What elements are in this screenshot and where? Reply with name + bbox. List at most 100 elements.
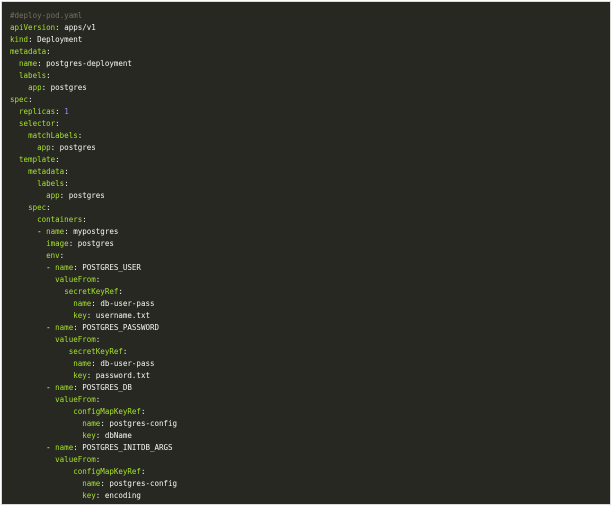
yaml-value: db-user-pass: [100, 299, 155, 308]
yaml-value: Deployment: [37, 35, 83, 44]
code-line: metadata:: [10, 47, 51, 56]
yaml-key: name: [82, 479, 101, 488]
code-line: containers:: [37, 215, 87, 224]
code-line: replicas: 1: [19, 107, 69, 116]
yaml-key: labels: [37, 179, 65, 188]
yaml-value: dbName: [104, 431, 132, 440]
yaml-value: username.txt: [95, 311, 150, 320]
yaml-key: key: [73, 371, 87, 380]
code-line: key: password.txt: [73, 371, 150, 380]
code-line: key: encoding: [82, 491, 141, 500]
yaml-value: apps/v1: [64, 23, 96, 32]
yaml-value: postgres-deployment: [46, 59, 132, 68]
code-line: valueFrom:: [55, 395, 101, 404]
yaml-key: valueFrom: [55, 455, 96, 464]
yaml-key: name: [55, 263, 74, 272]
yaml-value: mypostgres: [73, 227, 119, 236]
code-line: name: db-user-pass: [73, 299, 155, 308]
yaml-key: configMapKeyRef: [73, 407, 141, 416]
code-line: matchLabels:: [28, 131, 83, 140]
yaml-key: name: [73, 299, 92, 308]
code-line: configMapKeyRef:: [73, 467, 146, 476]
code-line: apiVersion: apps/v1: [10, 23, 96, 32]
yaml-key: app: [37, 143, 51, 152]
yaml-key: spec: [28, 203, 47, 212]
yaml-key: labels: [19, 71, 47, 80]
code-line: valueFrom:: [55, 335, 101, 344]
code-line: kind: Deployment: [10, 35, 83, 44]
yaml-value: postgres-config: [109, 419, 178, 428]
code-line: spec:: [28, 203, 51, 212]
yaml-key: template: [19, 155, 56, 164]
code-line: env:: [46, 251, 65, 260]
yaml-key: configMapKeyRef: [73, 467, 141, 476]
yaml-key: matchLabels: [28, 131, 78, 140]
yaml-key: env: [46, 251, 60, 260]
code-line: valueFrom:: [55, 455, 101, 464]
code-line: name: postgres-deployment: [19, 59, 132, 68]
code-line: name: db-user-pass: [73, 359, 155, 368]
code-line: template:: [19, 155, 60, 164]
yaml-key: name: [46, 227, 65, 236]
yaml-key: name: [73, 359, 92, 368]
yaml-value: postgres: [50, 83, 87, 92]
code-line: valueFrom:: [55, 275, 101, 284]
yaml-key: key: [82, 431, 96, 440]
code-line: - name: mypostgres: [37, 227, 119, 236]
yaml-key: name: [55, 383, 74, 392]
code-line: secretKeyRef:: [68, 347, 128, 356]
yaml-key: secretKeyRef: [68, 347, 123, 356]
yaml-value: POSTGRES_DB: [82, 383, 132, 392]
yaml-key: image: [46, 239, 69, 248]
yaml-value: postgres-config: [109, 479, 178, 488]
code-line: selector:: [19, 119, 60, 128]
yaml-key: containers: [37, 215, 83, 224]
code-line: spec:: [10, 95, 33, 104]
yaml-key: metadata: [10, 47, 47, 56]
code-line: configMapKeyRef:: [73, 407, 146, 416]
yaml-key: name: [19, 59, 38, 68]
yaml-key: replicas: [19, 107, 56, 116]
yaml-key: selector: [19, 119, 56, 128]
code-line: app: postgres: [46, 191, 105, 200]
code-line: labels:: [37, 179, 69, 188]
code-line: secretKeyRef:: [64, 287, 123, 296]
code-comment: #deploy-pod.yaml: [10, 11, 83, 20]
code-line: metadata:: [28, 167, 69, 176]
yaml-key: name: [82, 419, 101, 428]
yaml-value: 1: [64, 107, 69, 116]
code-line: - name: POSTGRES_INITDB_ARGS: [46, 443, 173, 452]
code-line: labels:: [19, 71, 51, 80]
yaml-key: valueFrom: [55, 395, 96, 404]
yaml-key: key: [73, 311, 87, 320]
code-line: app: postgres: [28, 83, 87, 92]
yaml-key: name: [55, 443, 74, 452]
yaml-value: postgres: [59, 143, 96, 152]
yaml-value: db-user-pass: [100, 359, 155, 368]
yaml-key: kind: [10, 35, 29, 44]
code-line: #deploy-pod.yaml: [10, 10, 177, 22]
code-line: key: dbName: [82, 431, 132, 440]
code-line: - name: POSTGRES_PASSWORD: [46, 323, 160, 332]
yaml-key: app: [28, 83, 42, 92]
code-line: key: username.txt: [73, 311, 150, 320]
yaml-key: spec: [10, 95, 29, 104]
code-line: - name: POSTGRES_DB: [46, 383, 132, 392]
yaml-value: POSTGRES_USER: [82, 263, 141, 272]
yaml-value: password.txt: [95, 371, 150, 380]
code-panel: #deploy-pod.yaml apiVersion: apps/v1 kind:…: [1, 1, 611, 505]
yaml-key: valueFrom: [55, 335, 96, 344]
yaml-value: postgres: [68, 191, 105, 200]
yaml-value: POSTGRES_PASSWORD: [82, 323, 160, 332]
yaml-value: postgres: [77, 239, 114, 248]
code-line: - name: POSTGRES_USER: [46, 263, 141, 272]
yaml-key: metadata: [28, 167, 65, 176]
code-line: image: postgres: [46, 239, 114, 248]
code-line: name: postgres-config: [82, 479, 178, 488]
code-line: app: postgres: [37, 143, 96, 152]
yaml-key: valueFrom: [55, 275, 96, 284]
yaml-key: app: [46, 191, 60, 200]
yaml-key: name: [55, 323, 74, 332]
code-line: name: postgres-config: [82, 419, 178, 428]
yaml-key: secretKeyRef: [64, 287, 119, 296]
